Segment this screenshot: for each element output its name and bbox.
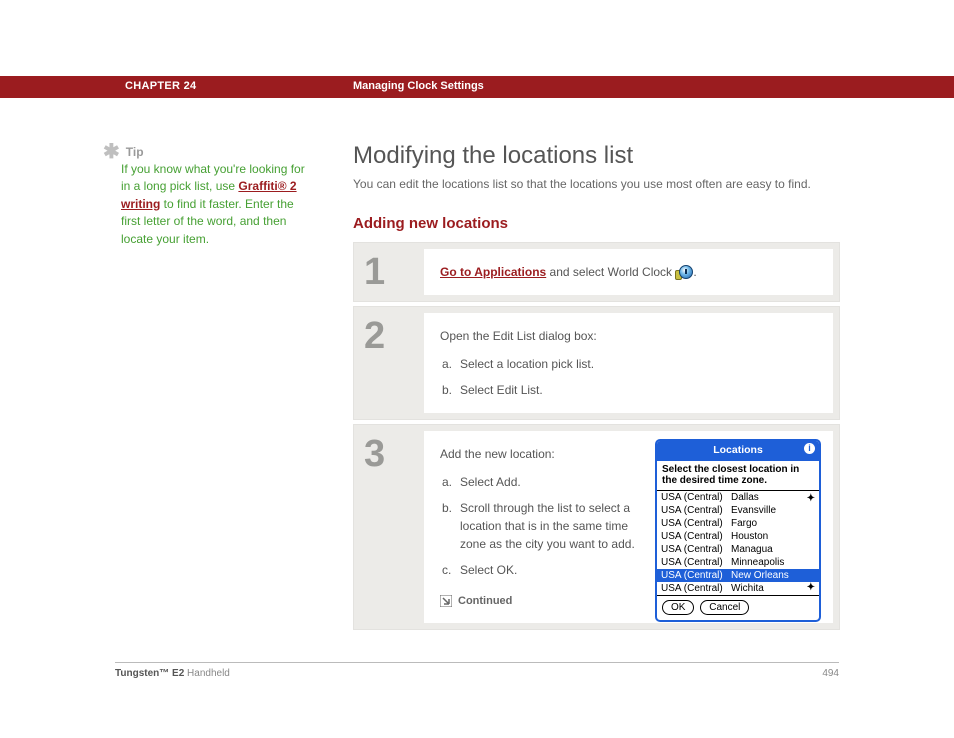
tip-body: If you know what you're looking for in a… — [121, 161, 311, 248]
step-2-lead: Open the Edit List dialog box: — [440, 327, 817, 345]
list-item[interactable]: USA (Central)Evansville — [657, 504, 819, 517]
go-to-applications-link[interactable]: Go to Applications — [440, 265, 546, 279]
chapter-title: Managing Clock Settings — [353, 80, 484, 92]
chapter-number: CHAPTER 24 — [125, 80, 196, 92]
sub-letter: a. — [442, 473, 460, 491]
step-3: 3 Add the new location: a.Select Add. b.… — [353, 424, 840, 631]
scroll-up-icon[interactable]: ✦ — [807, 491, 815, 506]
ok-button[interactable]: OK — [662, 600, 694, 615]
page-number: 494 — [822, 668, 839, 679]
sub-letter: b. — [442, 381, 460, 399]
cancel-button[interactable]: Cancel — [700, 600, 749, 615]
continued-indicator: Continued — [440, 593, 640, 610]
step-3c: Select OK. — [460, 561, 640, 579]
step-1-body: Go to Applications and select World Cloc… — [424, 249, 833, 295]
list-item[interactable]: USA (Central)Managua — [657, 543, 819, 556]
intro-text: You can edit the locations list so that … — [353, 176, 840, 193]
list-item[interactable]: USA (Central)Wichita — [657, 582, 819, 595]
page-title: Modifying the locations list — [353, 142, 840, 170]
section-heading: Adding new locations — [353, 215, 840, 232]
step-number: 2 — [364, 317, 424, 355]
list-item[interactable]: USA (Central)Minneapolis — [657, 556, 819, 569]
step-3a: Select Add. — [460, 473, 640, 491]
step-2: 2 Open the Edit List dialog box: a.Selec… — [353, 306, 840, 420]
asterisk-icon: ✱ — [103, 145, 120, 159]
product-name: Tungsten™ E2 Handheld — [115, 668, 230, 679]
locations-title: Locations — [713, 444, 763, 456]
step-2b: Select Edit List. — [460, 381, 817, 399]
chapter-header-bar: CHAPTER 24 Managing Clock Settings — [0, 76, 954, 98]
continued-arrow-icon — [440, 595, 452, 607]
footer-divider — [115, 662, 839, 663]
world-clock-icon — [675, 266, 693, 280]
locations-buttons: OK Cancel — [657, 595, 819, 620]
steps-container: 1 Go to Applications and select World Cl… — [353, 242, 840, 631]
info-icon[interactable]: i — [804, 443, 815, 454]
locations-dialog: Locations i Select the closest location … — [655, 439, 821, 622]
step-number: 3 — [364, 435, 424, 473]
step-1: 1 Go to Applications and select World Cl… — [353, 242, 840, 302]
step-1-end: . — [693, 265, 696, 279]
continued-label: Continued — [458, 593, 512, 610]
locations-list[interactable]: ✦ USA (Central)Dallas USA (Central)Evans… — [657, 491, 819, 595]
step-3-lead: Add the new location: — [440, 445, 640, 463]
tip-label: Tip — [126, 145, 144, 159]
locations-titlebar: Locations i — [657, 441, 819, 461]
sub-letter: b. — [442, 499, 460, 553]
step-3b: Scroll through the list to select a loca… — [460, 499, 640, 553]
tip-sidebar: ✱ Tip If you know what you're looking fo… — [103, 145, 311, 248]
step-1-text: and select World Clock — [546, 265, 675, 279]
sub-letter: c. — [442, 561, 460, 579]
step-2-body: Open the Edit List dialog box: a.Select … — [424, 313, 833, 413]
list-item-selected[interactable]: USA (Central)New Orleans — [657, 569, 819, 582]
scroll-down-icon[interactable]: ✦ — [807, 580, 815, 595]
list-item[interactable]: USA (Central)Houston — [657, 530, 819, 543]
locations-instruction: Select the closest location in the desir… — [657, 461, 819, 491]
list-item[interactable]: USA (Central)Fargo — [657, 517, 819, 530]
step-number: 1 — [364, 253, 424, 291]
list-item[interactable]: USA (Central)Dallas — [657, 491, 819, 504]
main-content: Modifying the locations list You can edi… — [353, 142, 840, 634]
page-footer: Tungsten™ E2 Handheld 494 — [115, 668, 839, 679]
step-3-body: Add the new location: a.Select Add. b.Sc… — [424, 431, 833, 624]
step-2a: Select a location pick list. — [460, 355, 817, 373]
sub-letter: a. — [442, 355, 460, 373]
